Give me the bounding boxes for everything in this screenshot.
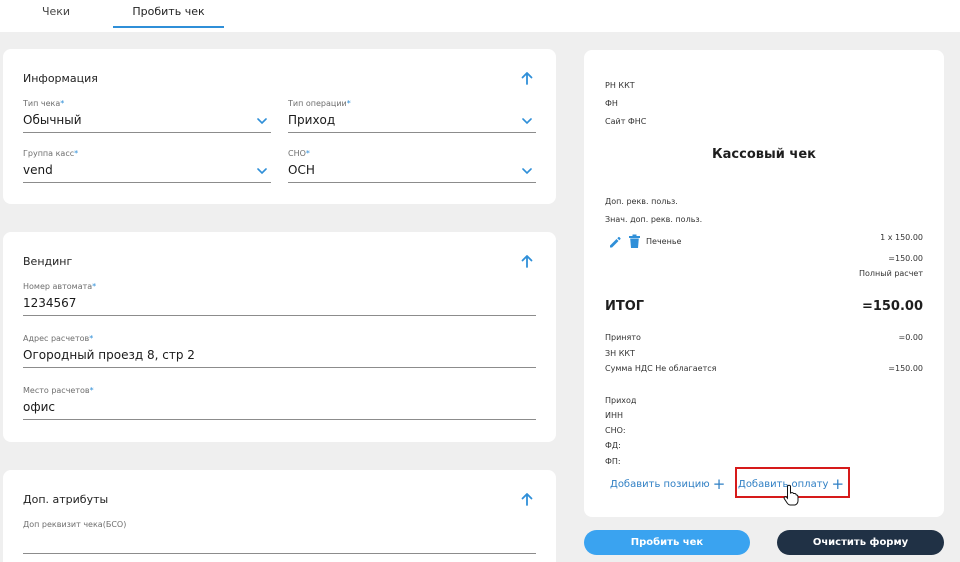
receipt-user-req-label: Доп. рекв. польз.: [605, 197, 678, 206]
receipt-fp: ФП:: [605, 457, 621, 466]
collapse-arrow-up-icon[interactable]: [520, 71, 534, 85]
receipt-fns-site: Сайт ФНС: [605, 117, 647, 126]
receipt-fd: ФД:: [605, 441, 621, 450]
field-underline: [23, 315, 536, 316]
field-underline: [23, 132, 271, 133]
receipt-accepted-label: Принято: [605, 333, 641, 342]
operation-type-select[interactable]: Тип операции* Приход: [288, 99, 536, 133]
top-tabs-bar: Чеки Пробить чек: [0, 0, 960, 32]
trash-icon[interactable]: [628, 234, 641, 249]
collapse-arrow-up-icon[interactable]: [520, 492, 534, 506]
plus-icon: +: [712, 475, 726, 493]
bso-requisite-field[interactable]: Доп реквизит чека(БСО): [23, 520, 536, 554]
tax-system-select[interactable]: СНО* ОСН: [288, 149, 536, 183]
operation-type-value: Приход: [288, 113, 336, 127]
receipt-fn: ФН: [605, 99, 618, 108]
receipt-item-qty-price: 1 x 150.00: [880, 233, 923, 242]
receipt-kkt-serial-label: ЗН ККТ: [605, 349, 635, 358]
register-group-value: vend: [23, 163, 53, 177]
receipt-user-req-value-label: Знач. доп. рекв. польз.: [605, 215, 703, 224]
vending-card-title: Вендинг: [23, 255, 73, 268]
active-tab-indicator: [113, 26, 224, 28]
chevron-down-icon: [522, 168, 532, 175]
edit-pencil-icon[interactable]: [608, 235, 622, 249]
receipt-total-value: =150.00: [861, 299, 923, 314]
settlement-place-label: Место расчетов*: [23, 386, 94, 395]
operation-type-label: Тип операции*: [288, 99, 351, 108]
extra-attributes-title: Доп. атрибуты: [23, 493, 109, 506]
add-position-label: Добавить позицию: [610, 479, 710, 490]
tab-receipts[interactable]: Чеки: [0, 0, 112, 28]
tax-system-label: СНО*: [288, 149, 310, 158]
register-group-label: Группа касс*: [23, 149, 79, 158]
chevron-down-icon: [522, 118, 532, 125]
clear-form-button[interactable]: Очистить форму: [777, 530, 944, 555]
add-position-button[interactable]: Добавить позицию +: [610, 475, 725, 493]
settlement-place-field[interactable]: Место расчетов* офис: [23, 386, 536, 420]
register-group-select[interactable]: Группа касс* vend: [23, 149, 271, 183]
settlement-address-field[interactable]: Адрес расчетов* Огородный проезд 8, стр …: [23, 334, 536, 368]
chevron-down-icon: [257, 168, 267, 175]
receipt-preview-card: РН ККТ ФН Сайт ФНС Кассовый чек Доп. рек…: [584, 50, 944, 517]
tax-system-value: ОСН: [288, 163, 315, 177]
vending-card: Вендинг Номер автомата* 1234567 Адрес ра…: [3, 232, 556, 442]
field-underline: [23, 367, 536, 368]
receipt-item-payment-mode: Полный расчет: [859, 269, 923, 278]
settlement-address-value: Огородный проезд 8, стр 2: [23, 348, 195, 362]
info-card: Информация Тип чека* Обычный Тип операци…: [3, 49, 556, 204]
field-underline: [23, 419, 536, 420]
tab-print-receipt-label: Пробить чек: [132, 5, 205, 18]
chevron-down-icon: [257, 118, 267, 125]
info-card-title: Информация: [23, 72, 98, 85]
receipt-rn-kkt: РН ККТ: [605, 81, 635, 90]
field-underline: [288, 132, 536, 133]
collapse-arrow-up-icon[interactable]: [520, 254, 534, 268]
receipt-total-label: ИТОГ: [605, 299, 645, 314]
bso-requisite-label: Доп реквизит чека(БСО): [23, 520, 127, 529]
receipt-item-name: Печенье: [646, 237, 682, 246]
hand-pointer-cursor-icon: [783, 484, 799, 506]
receipt-type-value: Обычный: [23, 113, 82, 127]
receipt-item-sum: =150.00: [888, 254, 923, 263]
receipt-title: Кассовый чек: [712, 147, 816, 162]
receipt-inn: ИНН: [605, 411, 624, 420]
machine-number-field[interactable]: Номер автомата* 1234567: [23, 282, 536, 316]
receipt-accepted-value: =0.00: [898, 333, 923, 342]
machine-number-label: Номер автомата*: [23, 282, 97, 291]
extra-attributes-card: Доп. атрибуты Доп реквизит чека(БСО): [3, 470, 556, 562]
settlement-address-label: Адрес расчетов*: [23, 334, 94, 343]
field-underline: [23, 553, 536, 554]
field-underline: [23, 182, 271, 183]
receipt-vat-label: Сумма НДС Не облагается: [605, 364, 717, 373]
receipt-type-select[interactable]: Тип чека* Обычный: [23, 99, 271, 133]
receipt-operation: Приход: [605, 396, 637, 405]
receipt-vat-value: =150.00: [888, 364, 923, 373]
machine-number-value: 1234567: [23, 296, 77, 310]
print-receipt-button[interactable]: Пробить чек: [584, 530, 750, 555]
receipt-sno: СНО:: [605, 426, 626, 435]
settlement-place-value: офис: [23, 400, 55, 414]
tab-print-receipt[interactable]: Пробить чек: [113, 0, 224, 28]
receipt-type-label: Тип чека*: [23, 99, 65, 108]
field-underline: [288, 182, 536, 183]
